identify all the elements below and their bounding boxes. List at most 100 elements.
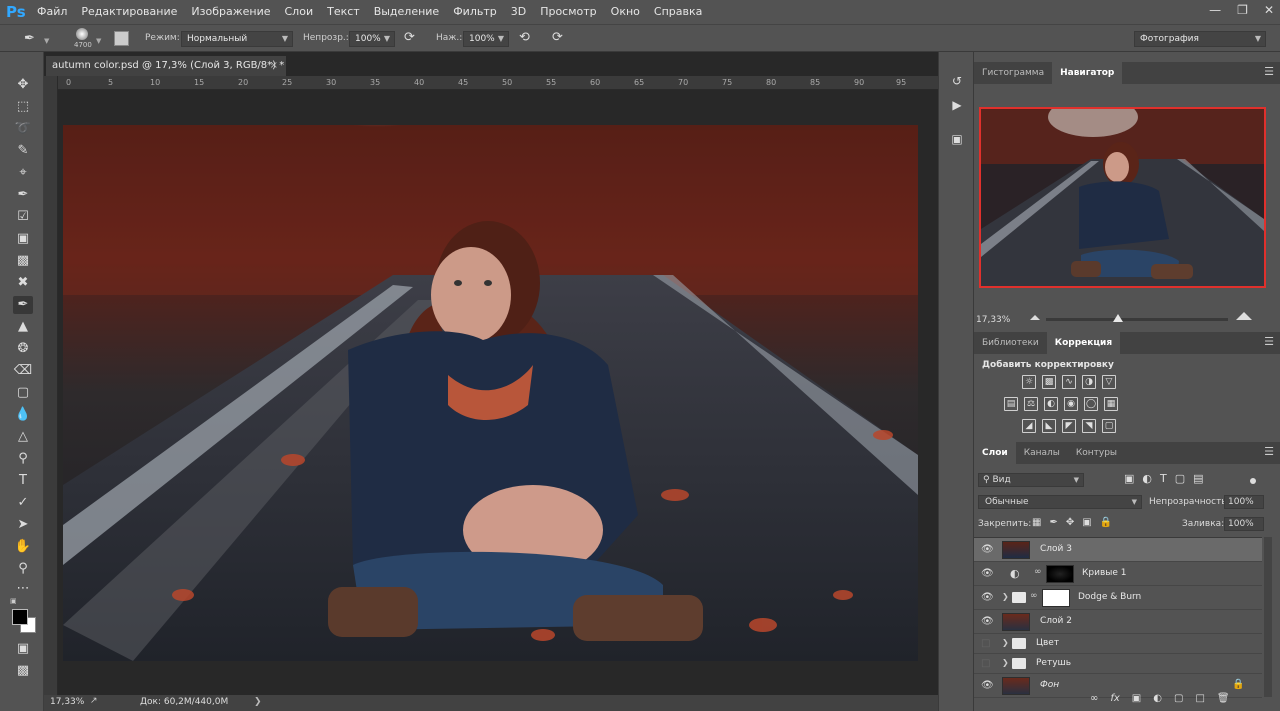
layer-row[interactable]: 👁 ◐ ∞ Кривые 1 xyxy=(974,562,1262,586)
close-window-icon[interactable]: ✕ xyxy=(1264,3,1274,17)
eye-hidden-icon[interactable]: □ xyxy=(981,658,993,670)
layer-name[interactable]: Слой 2 xyxy=(1040,616,1072,626)
clone-stamp-tool-icon[interactable]: ▲ xyxy=(13,318,33,336)
panel-menu-icon[interactable]: ☰ xyxy=(1264,442,1274,462)
zoom-tool-icon[interactable]: ⚲ xyxy=(13,560,33,578)
exposure-icon[interactable]: ◑ xyxy=(1082,375,1096,389)
lock-pixels-icon[interactable]: ✒ xyxy=(1049,517,1057,528)
color-lookup-icon[interactable]: ▦ xyxy=(1104,397,1118,411)
quick-mask-icon[interactable]: ▣ xyxy=(13,640,33,658)
tab-histogram[interactable]: Гистограмма xyxy=(974,62,1052,84)
photo-filter-icon[interactable]: ◉ xyxy=(1064,397,1078,411)
screen-mode-icon[interactable]: ▩ xyxy=(13,662,33,680)
sharpen-tool-icon[interactable]: △ xyxy=(13,428,33,446)
quick-select-tool-icon[interactable]: ✎ xyxy=(13,142,33,160)
color-balance-icon[interactable]: ⚖ xyxy=(1024,397,1038,411)
path-select-tool-icon[interactable]: ➤ xyxy=(13,516,33,534)
panel-menu-icon[interactable]: ☰ xyxy=(1264,332,1274,352)
panel-menu-icon[interactable]: ☰ xyxy=(1264,62,1274,82)
channel-mixer-icon[interactable]: ◯ xyxy=(1084,397,1098,411)
brush-tool-preset-icon[interactable]: ✒ xyxy=(24,31,40,47)
tab-paths[interactable]: Контуры xyxy=(1068,442,1125,464)
crop-tool-icon[interactable]: ⌖ xyxy=(13,164,33,182)
brush-tool-icon[interactable]: ✒ xyxy=(13,296,33,314)
eye-icon[interactable]: 👁 xyxy=(981,616,994,628)
menu-window[interactable]: Окно xyxy=(604,0,647,24)
eye-icon[interactable]: 👁 xyxy=(981,568,994,580)
navigator-zoom-knob[interactable] xyxy=(1113,314,1123,322)
menu-image[interactable]: Изображение xyxy=(184,0,277,24)
ruler-vertical[interactable] xyxy=(44,76,58,696)
layer-row[interactable]: □ ❯ Ретушь xyxy=(974,654,1262,674)
foreground-color-swatch[interactable] xyxy=(12,609,28,625)
layer-name[interactable]: Кривые 1 xyxy=(1082,568,1127,578)
eyedropper-tool-icon[interactable]: ✒ xyxy=(13,186,33,204)
threshold-icon[interactable]: ◤ xyxy=(1062,419,1076,433)
dodge-tool-icon[interactable]: ⚲ xyxy=(13,450,33,468)
brush-dropdown-icon[interactable]: ▼ xyxy=(96,37,101,45)
new-group-icon[interactable]: ▢ xyxy=(1174,693,1183,704)
brightness-icon[interactable]: ☼ xyxy=(1022,375,1036,389)
export-icon[interactable]: ↗ xyxy=(90,696,98,706)
layer-name[interactable]: Цвет xyxy=(1036,638,1059,648)
add-mask-icon[interactable]: ▣ xyxy=(1132,693,1141,704)
lock-position-icon[interactable]: ✥ xyxy=(1066,517,1074,528)
gradient-map-icon[interactable]: ▢ xyxy=(1102,419,1116,433)
marquee-tool-icon[interactable]: ⬚ xyxy=(13,98,33,116)
tab-libraries[interactable]: Библиотеки xyxy=(974,332,1047,354)
layer-row[interactable]: 👁 ❯ ∞ Dodge & Burn xyxy=(974,586,1262,610)
filter-smart-icon[interactable]: ▤ xyxy=(1193,472,1203,485)
mode-select[interactable]: Нормальный ▼ xyxy=(181,31,293,47)
menu-help[interactable]: Справка xyxy=(647,0,709,24)
invert-icon[interactable]: ◢ xyxy=(1022,419,1036,433)
healing-brush-tool-icon[interactable]: ☑ xyxy=(13,208,33,226)
lock-all-icon[interactable]: 🔒 xyxy=(1100,517,1112,528)
eye-icon[interactable]: 👁 xyxy=(981,592,994,604)
default-colors-icon[interactable]: ▣ xyxy=(10,597,17,605)
ruler-horizontal[interactable]: 0 5 10 15 20 25 30 35 40 45 50 55 60 65 … xyxy=(58,76,938,90)
hand-tool-icon[interactable]: ✋ xyxy=(13,538,33,556)
close-tab-icon[interactable]: × xyxy=(270,56,278,76)
properties-icon[interactable]: ▣ xyxy=(948,130,966,148)
menu-file[interactable]: Файл xyxy=(30,0,74,24)
new-adjustment-icon[interactable]: ◐ xyxy=(1153,693,1162,704)
document-tab[interactable]: autumn color.psd @ 17,3% (Слой 3, RGB/8*… xyxy=(46,56,286,76)
type-tool-icon[interactable]: T xyxy=(13,472,33,490)
pressure-size-icon[interactable]: ⟳ xyxy=(552,30,563,45)
zoom-out-icon[interactable] xyxy=(1030,314,1040,320)
filter-pixel-icon[interactable]: ▣ xyxy=(1124,472,1134,485)
navigator-zoom-value[interactable]: 17,33% xyxy=(976,315,1010,325)
minimize-icon[interactable]: — xyxy=(1209,3,1221,17)
link-icon[interactable]: ∞ xyxy=(1030,591,1038,601)
canvas-photo[interactable] xyxy=(63,125,918,661)
navigator-preview[interactable] xyxy=(979,107,1266,288)
tab-navigator[interactable]: Навигатор xyxy=(1052,62,1123,84)
new-layer-icon[interactable]: □ xyxy=(1195,693,1204,704)
hue-saturation-icon[interactable]: ▤ xyxy=(1004,397,1018,411)
more-tools-icon[interactable]: ⋯ xyxy=(13,580,33,598)
layer-name[interactable]: Фон xyxy=(1040,680,1059,690)
blend-mode-select[interactable]: Обычные ▼ xyxy=(978,495,1142,509)
menu-filter[interactable]: Фильтр xyxy=(446,0,504,24)
preset-dropdown-icon[interactable]: ▼ xyxy=(44,37,49,45)
layer-row[interactable]: 👁 Слой 2 xyxy=(974,610,1262,634)
menu-select[interactable]: Выделение xyxy=(367,0,447,24)
status-arrow-icon[interactable]: ❯ xyxy=(254,697,262,707)
layer-filter-select[interactable]: ⚲ Вид ▼ xyxy=(978,473,1084,487)
navigator-zoom-slider[interactable] xyxy=(1046,318,1228,321)
gradient-tool-icon[interactable]: ▢ xyxy=(13,384,33,402)
workspace-select[interactable]: Фотография ▼ xyxy=(1134,31,1266,47)
opacity-field[interactable]: 100% ▼ xyxy=(349,31,395,47)
levels-icon[interactable]: ▩ xyxy=(1042,375,1056,389)
history-icon[interactable]: ↺ xyxy=(948,72,966,90)
layers-scrollbar[interactable] xyxy=(1264,537,1272,697)
lock-artboard-icon[interactable]: ▣ xyxy=(1082,517,1091,528)
eye-icon[interactable]: 👁 xyxy=(981,544,994,556)
layer-row[interactable]: □ ❯ Цвет xyxy=(974,634,1262,654)
lasso-tool-icon[interactable]: ➰ xyxy=(13,120,33,138)
restore-icon[interactable]: ❐ xyxy=(1237,3,1248,17)
fx-icon[interactable]: fx xyxy=(1110,693,1119,704)
posterize-icon[interactable]: ◣ xyxy=(1042,419,1056,433)
status-zoom[interactable]: 17,33% xyxy=(50,697,84,707)
content-aware-tool-icon[interactable]: ▩ xyxy=(13,252,33,270)
